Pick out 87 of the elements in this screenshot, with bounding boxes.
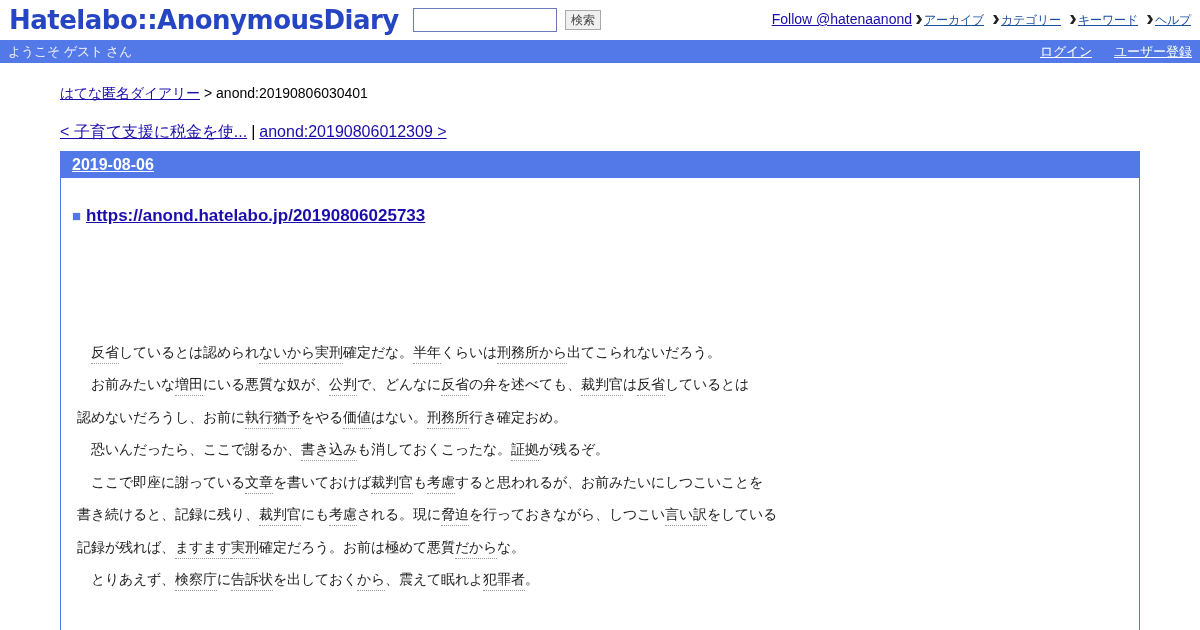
keyword-link[interactable]: 刑務所から [497, 341, 567, 364]
site-logo[interactable]: Hatelabo::AnonymousDiary [9, 0, 399, 40]
chevron-icon [916, 15, 922, 24]
body-text: くらいは [441, 342, 497, 362]
keyword-link[interactable]: 脅迫 [441, 504, 469, 526]
keyword-link[interactable]: 実刑 [231, 536, 259, 559]
body-text: 行き確定おめ。 [469, 407, 567, 427]
body-text: が残るぞ。 [539, 440, 609, 459]
body-text: していると [119, 342, 189, 362]
keyword-link[interactable]: 告訴状 [231, 569, 273, 591]
body-text: で、どんなに [357, 375, 441, 394]
keyword-link[interactable]: 裁判官 [371, 471, 413, 494]
account-link[interactable]: ログイン [1040, 41, 1092, 62]
keyword-link[interactable]: から [357, 569, 385, 591]
keyword-link[interactable]: 検察庁 [175, 569, 217, 591]
keyword-link[interactable]: 考慮 [427, 471, 455, 494]
keyword-link[interactable]: 刑務所 [427, 406, 469, 429]
nav-link[interactable]: キーワード [1078, 10, 1138, 29]
body-text: とりあえず、 [91, 570, 175, 589]
body-text: は [623, 375, 637, 394]
keyword-link[interactable]: 増田 [175, 374, 203, 396]
body-text: にも [301, 505, 329, 524]
keyword-link[interactable]: 裁判官 [259, 504, 301, 526]
body-text: も [413, 472, 427, 492]
date-link[interactable]: 2019-08-06 [72, 153, 154, 177]
keyword-link[interactable]: 裁判官 [581, 374, 623, 396]
body-text: 出てこられないだろう。 [567, 342, 721, 362]
body-text: の弁を述べても、 [469, 375, 581, 394]
keyword-link[interactable]: 反省 [91, 341, 119, 364]
body-text: も消しておくこったな。 [357, 440, 511, 459]
body-text: は認められ [189, 342, 259, 362]
search-button[interactable]: 検索 [564, 10, 601, 30]
keyword-link[interactable]: 執行猶予 [245, 406, 301, 429]
keyword-link[interactable]: 犯罪者 [483, 569, 525, 591]
chevron-icon [1070, 15, 1076, 24]
body-text: にいる悪質な奴が、 [203, 375, 329, 394]
keyword-link[interactable]: 証拠 [511, 439, 539, 461]
body-text: すると思われるが、お前みたいにしつこいことを [455, 472, 763, 492]
keyword-link[interactable]: 言い訳 [665, 504, 707, 526]
welcome-text: ようこそ ゲスト さん [8, 42, 133, 61]
body-text: 認めないだろうし、お前に [77, 407, 245, 427]
chevron-icon [993, 15, 999, 24]
body-text: お前みたいな [91, 375, 175, 394]
nav-link[interactable]: アーカイブ [924, 10, 984, 29]
keyword-link[interactable]: 書き込み [301, 439, 357, 461]
section-mark: ■ [72, 205, 82, 226]
nav-link[interactable]: カテゴリー [1001, 10, 1061, 29]
keyword-link[interactable]: だから [455, 536, 497, 559]
keyword-link[interactable]: ますます [175, 536, 231, 559]
body-text: 恐いんだったら、ここで謝るか、 [91, 440, 301, 459]
body-text: 、震えて眠れよ [385, 570, 483, 589]
keyword-link[interactable]: 半年 [413, 341, 441, 364]
body-text: 書き続けると、記録に残り、 [77, 505, 259, 524]
body-text: を出しておく [273, 570, 357, 589]
account-link[interactable]: ユーザー登録 [1114, 41, 1192, 62]
next-entry-link[interactable]: anond:20190806012309 > [259, 120, 447, 144]
body-text: ここで即座に謝っている [91, 472, 245, 492]
body-text: を行っておきながら、しつこい [469, 505, 665, 524]
separator: | [251, 122, 256, 142]
body-text: に [217, 570, 231, 589]
body-text: な。 [497, 537, 525, 557]
body-text: はない。 [371, 407, 427, 427]
keyword-link[interactable]: 反省 [637, 374, 665, 396]
breadcrumb-link[interactable]: はてな匿名ダイアリー [60, 83, 200, 104]
keyword-link[interactable]: 価値 [343, 406, 371, 429]
body-text: 確定だろう。お前は極めて悪質 [259, 537, 455, 557]
body-text: 確定だな。 [343, 342, 413, 362]
previous-entry-link[interactable]: < 子育て支援に税金を使... [60, 120, 248, 144]
keyword-link[interactable]: 反省 [441, 374, 469, 396]
body-text: 。 [525, 570, 539, 589]
keyword-link[interactable]: 考慮 [329, 504, 357, 526]
keyword-link[interactable]: 公判 [329, 374, 357, 396]
chevron-icon [1147, 15, 1153, 24]
body-text: しているとは [665, 375, 749, 394]
keyword-link[interactable]: ないから [259, 341, 315, 364]
body-text: される。現に [357, 505, 441, 524]
keyword-link[interactable]: 実刑 [315, 341, 343, 364]
search-field[interactable] [412, 8, 557, 32]
follow-link[interactable]: Follow @hatenaanond [771, 9, 912, 30]
keyword-link[interactable]: 文章 [245, 471, 273, 494]
nav-link[interactable]: ヘルプ [1155, 10, 1191, 29]
breadcrumb-current: > anond:20190806030401 [204, 84, 368, 103]
body-text: をしている [707, 505, 777, 524]
body-text: を書いておけば [273, 472, 371, 492]
body-text: をやる [301, 407, 343, 427]
body-text: 記録が残れば、 [77, 537, 175, 557]
entry-title-link[interactable]: https://anond.hatelabo.jp/20190806025733 [86, 203, 426, 229]
